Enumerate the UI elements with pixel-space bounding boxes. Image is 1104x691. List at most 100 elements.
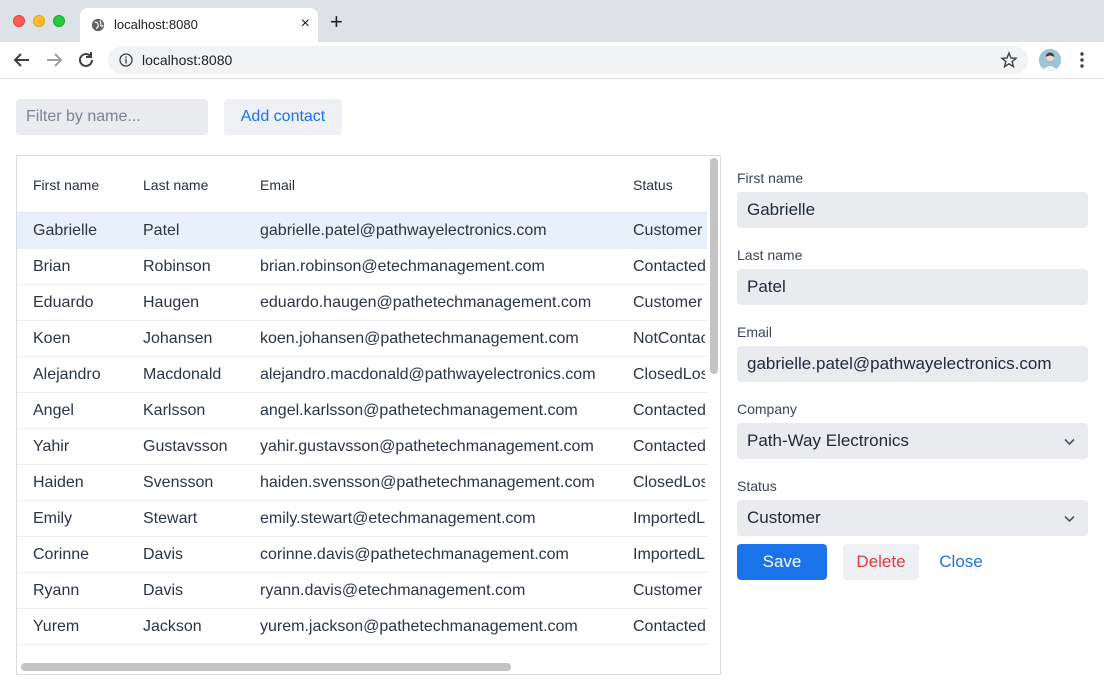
cell-status: Contacted [633, 402, 705, 419]
status-select[interactable]: Customer [737, 500, 1088, 536]
column-header-email[interactable]: Email [260, 177, 295, 193]
table-row[interactable]: Corinne Davis corinne.davis@pathetechmanag… [17, 537, 707, 573]
globe-icon [91, 18, 105, 32]
forward-arrow-icon[interactable] [43, 49, 65, 71]
cell-email: haiden.svensson@pathetechmanagement.com [260, 474, 595, 491]
add-contact-button[interactable]: Add contact [224, 99, 342, 135]
cell-first: Eduardo [33, 294, 94, 311]
browser-toolbar: localhost:8080 [0, 42, 1104, 79]
address-bar[interactable]: localhost:8080 [108, 46, 1028, 74]
close-button[interactable]: Close [925, 544, 997, 580]
window-minimize-button[interactable] [33, 15, 45, 27]
company-label: Company [737, 401, 797, 417]
window-close-button[interactable] [13, 15, 25, 27]
column-header-status[interactable]: Status [633, 177, 673, 193]
cell-email: emily.stewart@etechmanagement.com [260, 510, 536, 527]
table-row[interactable]: Eduardo Haugen eduardo.haugen@pathetechman… [17, 285, 707, 321]
cell-email: brian.robinson@etechmanagement.com [260, 258, 545, 275]
table-row[interactable]: Yahir Gustavsson yahir.gustavsson@pathetec… [17, 429, 707, 465]
cell-email: alejandro.macdonald@pathwayelectronics.c… [260, 366, 596, 383]
cell-last: Davis [143, 546, 184, 563]
company-select[interactable]: Path-Way Electronics [737, 423, 1088, 459]
cell-last: Patel [143, 222, 180, 239]
table-row[interactable]: Brian Robinson brian.robinson@etechmanagem… [17, 249, 707, 285]
cell-status: Contacted [633, 438, 705, 455]
cell-last: Macdonald [143, 366, 222, 383]
cell-status: NotContacted [633, 330, 705, 347]
cell-last: Davis [143, 582, 184, 599]
vertical-scrollbar[interactable] [707, 156, 720, 661]
cell-first: Yahir [33, 438, 70, 455]
info-icon[interactable] [119, 53, 133, 67]
cell-first: Brian [33, 258, 71, 275]
cell-last: Robinson [143, 258, 211, 275]
cell-last: Haugen [143, 294, 200, 311]
window-zoom-button[interactable] [53, 15, 65, 27]
tab-close-icon[interactable]: × [301, 15, 310, 33]
cell-email: yurem.jackson@pathetechmanagement.com [260, 618, 578, 635]
cell-status: ClosedLost [633, 366, 705, 383]
cell-last: Svensson [143, 474, 214, 491]
cell-email: eduardo.haugen@pathetechmanagement.com [260, 294, 592, 311]
chevron-down-icon[interactable] [1063, 435, 1076, 448]
cell-first: Emily [33, 510, 73, 527]
browser-tab[interactable]: localhost:8080 × [80, 8, 318, 42]
email-label: Email [737, 324, 773, 340]
url-text: localhost:8080 [142, 52, 233, 68]
cell-status: Customer [633, 222, 703, 239]
delete-button[interactable]: Delete [843, 544, 919, 580]
cell-status: Customer [633, 582, 703, 599]
cell-email: ryann.davis@etechmanagement.com [260, 582, 526, 599]
status-value: Customer [747, 508, 821, 527]
chevron-down-icon[interactable] [1063, 512, 1076, 525]
table-row[interactable]: Koen Johansen koen.johansen@pathetechmanag… [17, 321, 707, 357]
email-field[interactable]: gabrielle.patel@pathwayelectronics.com [737, 346, 1088, 382]
table-row[interactable]: Haiden Svensson haiden.svensson@pathetechm… [17, 465, 707, 501]
person-icon [1039, 49, 1061, 71]
new-tab-button[interactable]: + [330, 11, 343, 33]
table-row[interactable]: Yurem Jackson yurem.jackson@pathetechmanag… [17, 609, 707, 645]
status-label: Status [737, 478, 777, 494]
company-value: Path-Way Electronics [747, 431, 909, 450]
vertical-scrollbar-thumb[interactable] [710, 158, 718, 374]
cell-last: Jackson [143, 618, 202, 635]
table-row[interactable]: Angel Karlsson angel.karlsson@pathetechman… [17, 393, 707, 429]
cell-status: Customer [633, 294, 703, 311]
cell-status: Contacted [633, 258, 705, 275]
bookmark-star-icon[interactable] [1000, 51, 1018, 69]
first-name-label: First name [737, 170, 804, 186]
back-arrow-icon[interactable] [11, 49, 33, 71]
first-name-field[interactable]: Gabrielle [737, 192, 1088, 228]
last-name-value: Patel [747, 277, 786, 296]
table-row[interactable]: Emily Stewart emily.stewart@etechmanagemen… [17, 501, 707, 537]
last-name-field[interactable]: Patel [737, 269, 1088, 305]
last-name-label: Last name [737, 247, 803, 263]
column-header-last-name[interactable]: Last name [143, 177, 208, 193]
cell-email: koen.johansen@pathetechmanagement.com [260, 330, 579, 347]
cell-email: gabrielle.patel@pathwayelectronics.com [260, 222, 547, 239]
cell-first: Alejandro [33, 366, 101, 383]
table-row[interactable]: Alejandro Macdonald alejandro.macdonald@pa… [17, 357, 707, 393]
cell-status: ImportedLead [633, 546, 705, 563]
cell-first: Ryann [33, 582, 80, 599]
browser-tab-bar: localhost:8080 × + [0, 0, 1104, 42]
reload-icon[interactable] [75, 49, 97, 71]
save-button[interactable]: Save [737, 544, 827, 580]
browser-menu-icon[interactable] [1074, 51, 1090, 69]
cell-email: angel.karlsson@pathetechmanagement.com [260, 402, 578, 419]
first-name-value: Gabrielle [747, 200, 816, 219]
table-row[interactable]: Gabrielle Patel gabrielle.patel@pathwayele… [17, 213, 707, 249]
table-row[interactable]: Ryann Davis ryann.davis@etechmanagement.co… [17, 573, 707, 609]
profile-avatar[interactable] [1039, 49, 1061, 71]
cell-first: Angel [33, 402, 74, 419]
horizontal-scrollbar-thumb[interactable] [21, 663, 511, 671]
grid-header: First name Last name Email Status [17, 156, 707, 213]
cell-last: Gustavsson [143, 438, 228, 455]
cell-status: ImportedLead [633, 510, 705, 527]
column-header-first-name[interactable]: First name [33, 177, 99, 193]
filter-by-name-input[interactable] [16, 99, 208, 135]
contacts-grid[interactable]: First name Last name Email Status Gabrie… [16, 155, 721, 675]
horizontal-scrollbar[interactable] [17, 660, 720, 674]
cell-last: Johansen [143, 330, 213, 347]
cell-status: ClosedLost [633, 474, 705, 491]
